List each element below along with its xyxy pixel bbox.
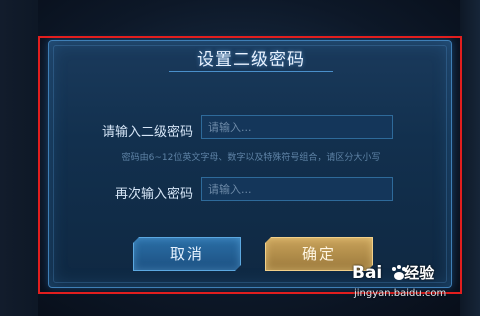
baidu-jingyan-watermark: Bai 经验 jingyan.baidu.com <box>348 262 468 308</box>
red-highlight-frame <box>38 36 462 294</box>
watermark-url: jingyan.baidu.com <box>354 288 447 299</box>
paw-icon <box>392 265 406 280</box>
game-side-panel-left <box>0 0 38 316</box>
